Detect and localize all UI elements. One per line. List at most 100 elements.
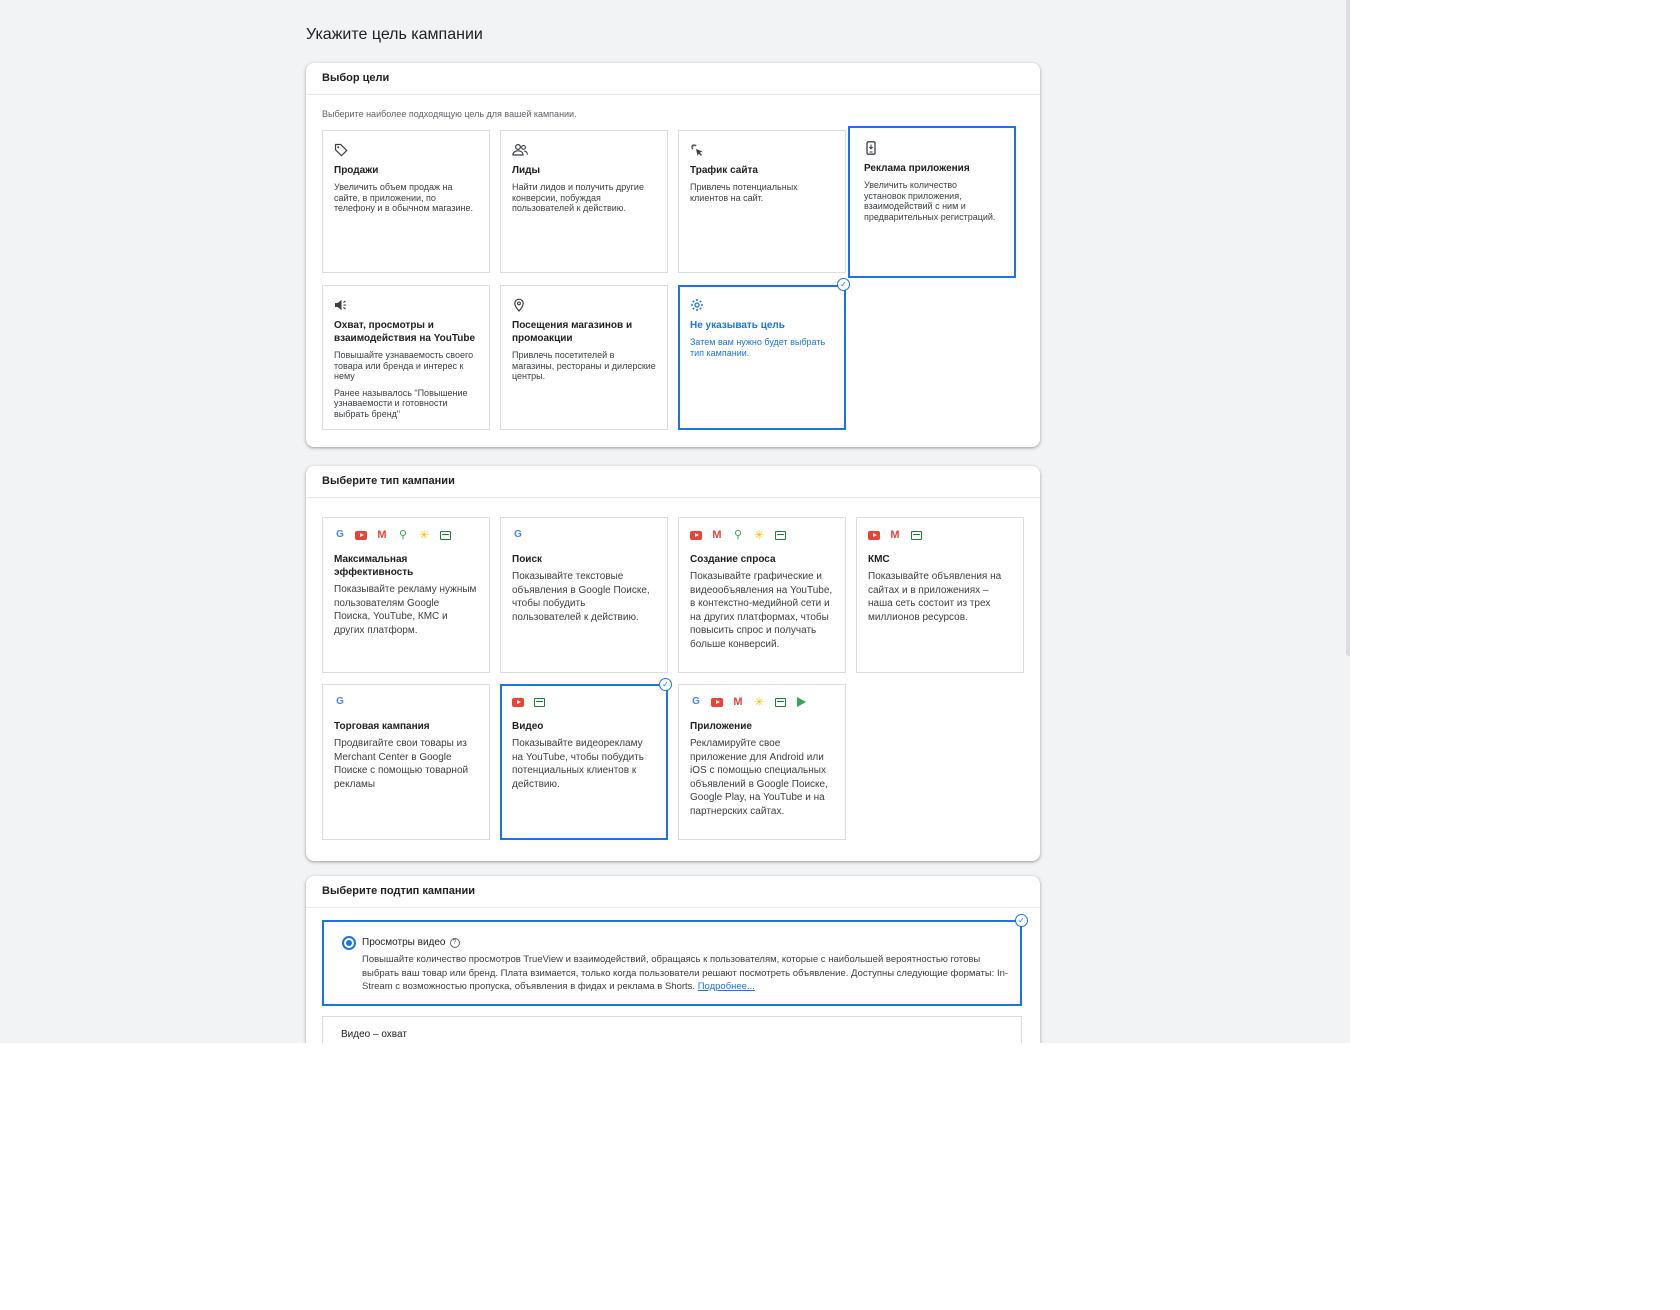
campaign-type-section-header: Выберите тип кампании: [306, 466, 1040, 498]
subtype-option-video-views[interactable]: Просмотры видео ? Повышайте количество п…: [322, 920, 1022, 1006]
check-icon: ✓: [837, 278, 850, 291]
type-tile-title: Видео: [512, 721, 544, 732]
youtube-icon: [868, 530, 880, 540]
goal-section-header: Выбор цели: [306, 63, 1040, 95]
goal-tile-title: Лиды: [512, 165, 541, 176]
type-tile-title: Максимальная эффективность: [334, 554, 414, 578]
gmail-icon: M: [733, 696, 743, 708]
learn-more-link[interactable]: Подробнее...: [698, 981, 755, 992]
help-icon[interactable]: ?: [449, 937, 460, 948]
type-tile-performance-max[interactable]: G M ⚲ ✳ Максимальная эффективность Показ…: [322, 517, 490, 673]
goal-tile-app-promotion[interactable]: Реклама приложения Увеличить количество …: [848, 126, 1016, 278]
display-icon: [774, 530, 786, 540]
location-pin-icon: [512, 298, 656, 312]
subtype-desc-text: Повышайте количество просмотров TrueView…: [362, 954, 1009, 992]
gmail-icon: M: [377, 529, 387, 541]
type-tile-desc: Показывайте видеорекламу на YouTube, что…: [512, 738, 645, 790]
radio-selected[interactable]: [342, 936, 356, 950]
type-tile-demand-gen[interactable]: M ⚲ ✳ Создание спроса Показывайте графич…: [678, 517, 846, 673]
main-viewport: Укажите цель кампании Выбор цели Выберит…: [0, 0, 1350, 1043]
product-icons: G M ✳: [690, 696, 834, 708]
display-icon: [533, 697, 545, 707]
goal-tile-desc: Привлечь посетителей в магазины, рестора…: [512, 350, 656, 381]
subtype-option-desc: Повышайте количество просмотров TrueView…: [362, 953, 1012, 994]
goal-tile-store-visits[interactable]: Посещения магазинов и промоакции Привлеч…: [500, 285, 668, 430]
display-icon: [439, 530, 451, 540]
type-tile-title: Торговая кампания: [334, 721, 430, 732]
goal-tile-title: Реклама приложения: [864, 163, 970, 174]
type-tile-app[interactable]: G M ✳ Приложение Рекламируйте свое прило…: [678, 684, 846, 840]
google-play-icon: [796, 697, 806, 707]
goal-tile-note: Ранее называлось "Повышение узнаваемости…: [334, 387, 468, 419]
discover-icon: ✳: [753, 528, 765, 542]
type-tile-title: КМС: [868, 554, 890, 565]
product-icons: G M ⚲ ✳: [334, 529, 478, 541]
youtube-icon: [690, 530, 702, 540]
goal-tile-traffic[interactable]: Трафик сайта Привлечь потенциальных клие…: [678, 130, 846, 273]
gmail-icon: M: [712, 529, 722, 541]
goal-tile-title: Посещения магазинов и промоакции: [512, 320, 633, 344]
type-tile-shopping[interactable]: G Торговая кампания Продвигайте свои тов…: [322, 684, 490, 840]
subtype-option-title: Просмотры видео ?: [362, 937, 460, 948]
google-icon: G: [336, 529, 344, 540]
product-icons: G: [334, 696, 478, 708]
goal-tile-title: Охват, просмотры и взаимодействия на You…: [334, 320, 476, 344]
display-icon: [910, 530, 922, 540]
megaphone-icon: [334, 298, 478, 312]
check-icon: ✓: [1015, 914, 1028, 927]
goal-tile-leads[interactable]: Лиды Найти лидов и получить другие конве…: [500, 130, 668, 273]
type-tile-desc: Продвигайте свои товары из Merchant Cent…: [334, 738, 469, 790]
discover-icon: ✳: [753, 695, 765, 709]
product-icons: M: [868, 529, 1012, 541]
goal-section-subtitle: Выберите наиболее подходящую цель для ва…: [322, 109, 577, 119]
goal-tile-desc: Повышайте узнаваемость своего товара или…: [334, 350, 474, 381]
goal-tile-sales[interactable]: Продажи Увеличить объем продаж на сайте,…: [322, 130, 490, 273]
check-icon: ✓: [659, 678, 672, 691]
gmail-icon: M: [890, 529, 900, 541]
display-icon: [774, 697, 786, 707]
maps-icon: ⚲: [733, 529, 743, 541]
goal-tile-youtube-reach[interactable]: Охват, просмотры и взаимодействия на You…: [322, 285, 490, 430]
goal-tile-desc: Найти лидов и получить другие конверсии,…: [512, 182, 644, 213]
page-title: Укажите цель кампании: [306, 26, 483, 43]
scrollbar[interactable]: [1346, 0, 1350, 656]
type-tile-video[interactable]: Видео Показывайте видеорекламу на YouTub…: [500, 684, 668, 840]
type-tile-desc: Показывайте графические и видеообъявлени…: [690, 571, 833, 650]
discover-icon: ✳: [418, 528, 430, 542]
youtube-icon: [711, 697, 723, 707]
campaign-subtype-section-header: Выберите подтип кампании: [306, 876, 1040, 908]
goal-tile-title: Не указывать цель: [690, 320, 785, 331]
gear-icon: [690, 298, 834, 312]
goal-tile-no-goal[interactable]: Не указывать цель Затем вам нужно будет …: [678, 285, 846, 430]
goal-tile-desc: Увеличить объем продаж на сайте, в прило…: [334, 182, 473, 213]
goal-tile-title: Продажи: [334, 165, 379, 176]
goal-tile-desc: Привлечь потенциальных клиентов на сайт.: [690, 182, 798, 203]
type-tile-display[interactable]: M КМС Показывайте объявления на сайтах и…: [856, 517, 1024, 673]
subtype-option-video-reach[interactable]: Видео – охват: [322, 1016, 1022, 1043]
maps-icon: ⚲: [398, 529, 408, 541]
campaign-type-section: Выберите тип кампании G M ⚲ ✳ Максимальн…: [306, 466, 1040, 861]
type-tile-title: Создание спроса: [690, 554, 776, 565]
cursor-click-icon: [690, 143, 834, 157]
campaign-subtype-section: Выберите подтип кампании Просмотры видео…: [306, 876, 1040, 1043]
phone-download-icon: [864, 141, 1000, 155]
goal-tile-desc: Затем вам нужно будет выбрать тип кампан…: [690, 337, 826, 358]
type-tile-search[interactable]: G Поиск Показывайте текстовые объявления…: [500, 517, 668, 673]
type-tile-title: Поиск: [512, 554, 543, 565]
youtube-icon: [355, 530, 367, 540]
type-tile-title: Приложение: [690, 721, 752, 732]
type-tile-desc: Показывайте объявления на сайтах и в при…: [868, 571, 1002, 623]
type-tile-desc: Показывайте текстовые объявления в Googl…: [512, 571, 650, 623]
subtype-option-label: Просмотры видео: [362, 937, 446, 948]
people-icon: [512, 143, 656, 157]
google-icon: G: [692, 696, 700, 707]
product-icons: G: [512, 529, 656, 541]
type-tile-desc: Показывайте рекламу нужным пользователям…: [334, 584, 477, 636]
subtype-option-label: Видео – охват: [341, 1029, 407, 1040]
goal-section: Выбор цели Выберите наиболее подходящую …: [306, 63, 1040, 447]
type-tile-desc: Рекламируйте свое приложение для Android…: [690, 738, 828, 817]
youtube-icon: [512, 697, 524, 707]
tag-icon: [334, 143, 478, 157]
goal-tile-desc: Увеличить количество установок приложени…: [864, 180, 996, 222]
goal-tile-title: Трафик сайта: [690, 165, 758, 176]
